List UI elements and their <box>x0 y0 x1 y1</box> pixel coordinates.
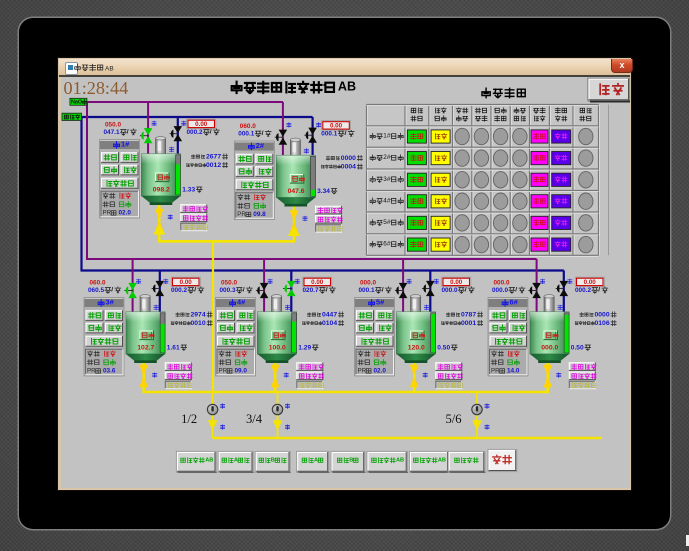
svg-text:/: / <box>515 287 517 294</box>
svg-text:0447: 0447 <box>322 312 337 319</box>
svg-text:000.1: 000.1 <box>238 130 254 137</box>
svg-text:4#: 4# <box>383 197 391 204</box>
svg-text:050.0: 050.0 <box>105 121 121 128</box>
svg-text:B: B <box>271 458 275 464</box>
svg-text:2#: 2# <box>256 141 264 150</box>
svg-text:/: / <box>326 287 328 294</box>
svg-text:6#: 6# <box>510 298 518 307</box>
svg-text:/: / <box>194 287 196 294</box>
svg-text:1.33: 1.33 <box>182 186 195 193</box>
svg-text:/: / <box>210 129 212 136</box>
svg-text:0.00: 0.00 <box>311 279 324 286</box>
svg-text:120.0: 120.0 <box>408 345 425 352</box>
svg-text:0104: 0104 <box>322 320 337 327</box>
svg-text:000.0: 000.0 <box>492 287 508 294</box>
svg-text:/: / <box>262 130 264 137</box>
svg-text:PR: PR <box>87 367 96 374</box>
svg-text:PR: PR <box>103 209 112 216</box>
svg-text:PR: PR <box>237 211 246 218</box>
svg-text:000.2: 000.2 <box>187 129 203 136</box>
svg-text:000.2: 000.2 <box>171 287 187 294</box>
svg-text:1.29: 1.29 <box>298 344 311 351</box>
svg-text:A: A <box>234 458 238 464</box>
svg-text:AB: AB <box>396 458 404 464</box>
svg-text:098.2: 098.2 <box>153 187 170 194</box>
svg-text:1#: 1# <box>121 140 129 149</box>
svg-text:047.6: 047.6 <box>288 188 305 195</box>
svg-text:047.1: 047.1 <box>104 129 120 136</box>
svg-text:000.2: 000.2 <box>575 287 591 294</box>
svg-text:0.00: 0.00 <box>450 279 463 286</box>
svg-text:03.6: 03.6 <box>103 368 116 375</box>
svg-text:01:28:44: 01:28:44 <box>64 78 129 98</box>
svg-text:5#: 5# <box>376 298 384 307</box>
svg-text:/: / <box>465 287 467 294</box>
svg-text:0004: 0004 <box>341 164 356 171</box>
svg-text:0.50: 0.50 <box>437 344 450 351</box>
svg-text:0012: 0012 <box>206 162 221 169</box>
svg-text:2#: 2# <box>383 154 391 161</box>
svg-text:3#: 3# <box>383 176 391 183</box>
svg-text:100.0: 100.0 <box>269 345 286 352</box>
svg-text:000.1: 000.1 <box>321 130 337 137</box>
svg-text:0000: 0000 <box>595 312 610 319</box>
svg-text:/: / <box>111 287 113 294</box>
svg-text:0.00: 0.00 <box>195 121 208 128</box>
svg-text:0.50: 0.50 <box>571 344 584 351</box>
svg-text:4#: 4# <box>237 298 245 307</box>
svg-text:102.7: 102.7 <box>137 345 154 352</box>
svg-text:060.5: 060.5 <box>88 287 104 294</box>
svg-text:000.0: 000.0 <box>494 279 510 286</box>
svg-text:02.0: 02.0 <box>374 368 387 375</box>
svg-text:2974: 2974 <box>191 312 206 319</box>
svg-text:0787: 0787 <box>461 312 476 319</box>
svg-text:0.00: 0.00 <box>180 279 193 286</box>
svg-text:/: / <box>243 287 245 294</box>
svg-text:14.0: 14.0 <box>507 368 520 375</box>
svg-text:1/2: 1/2 <box>181 412 197 426</box>
svg-text:AB: AB <box>338 80 356 94</box>
svg-text:AB: AB <box>438 458 446 464</box>
svg-text:000.0: 000.0 <box>442 287 458 294</box>
svg-text:0106: 0106 <box>595 320 610 327</box>
svg-text:/: / <box>345 130 347 137</box>
svg-text:3/4: 3/4 <box>246 412 263 426</box>
svg-text:0.00: 0.00 <box>584 279 597 286</box>
svg-text:02.0: 02.0 <box>119 210 132 217</box>
svg-text:0000: 0000 <box>341 155 356 162</box>
svg-text:PR: PR <box>358 367 367 374</box>
svg-text:1#: 1# <box>383 133 391 140</box>
svg-text:3.34: 3.34 <box>317 188 330 195</box>
svg-text:5#: 5# <box>383 219 391 226</box>
svg-text:0010: 0010 <box>191 320 206 327</box>
svg-text:B: B <box>349 458 353 464</box>
svg-text:6#: 6# <box>383 241 391 248</box>
svg-text:050.0: 050.0 <box>221 279 237 286</box>
svg-text:0.00: 0.00 <box>330 123 343 130</box>
svg-text:5/6: 5/6 <box>446 412 462 426</box>
svg-text:/: / <box>598 287 600 294</box>
svg-text:020.7: 020.7 <box>303 287 319 294</box>
svg-text:A: A <box>314 458 318 464</box>
svg-text:09.0: 09.0 <box>235 368 248 375</box>
svg-text:0001: 0001 <box>461 320 476 327</box>
svg-text:PR: PR <box>219 367 228 374</box>
svg-text:3#: 3# <box>106 298 114 307</box>
svg-text:000.0: 000.0 <box>541 345 558 352</box>
svg-text:AB: AB <box>205 458 213 464</box>
svg-text:000.1: 000.1 <box>359 287 375 294</box>
svg-text:NaO: NaO <box>71 99 82 105</box>
svg-text:PR: PR <box>491 367 500 374</box>
svg-text:060.0: 060.0 <box>240 123 256 130</box>
svg-text:000.0: 000.0 <box>360 279 376 286</box>
svg-text:/: / <box>382 287 384 294</box>
svg-text:2677: 2677 <box>206 154 221 161</box>
svg-text:060.0: 060.0 <box>90 279 106 286</box>
svg-text:/: / <box>127 129 129 136</box>
svg-text:1.61: 1.61 <box>167 344 180 351</box>
svg-text:09.8: 09.8 <box>253 211 266 218</box>
svg-text:000.3: 000.3 <box>220 287 236 294</box>
